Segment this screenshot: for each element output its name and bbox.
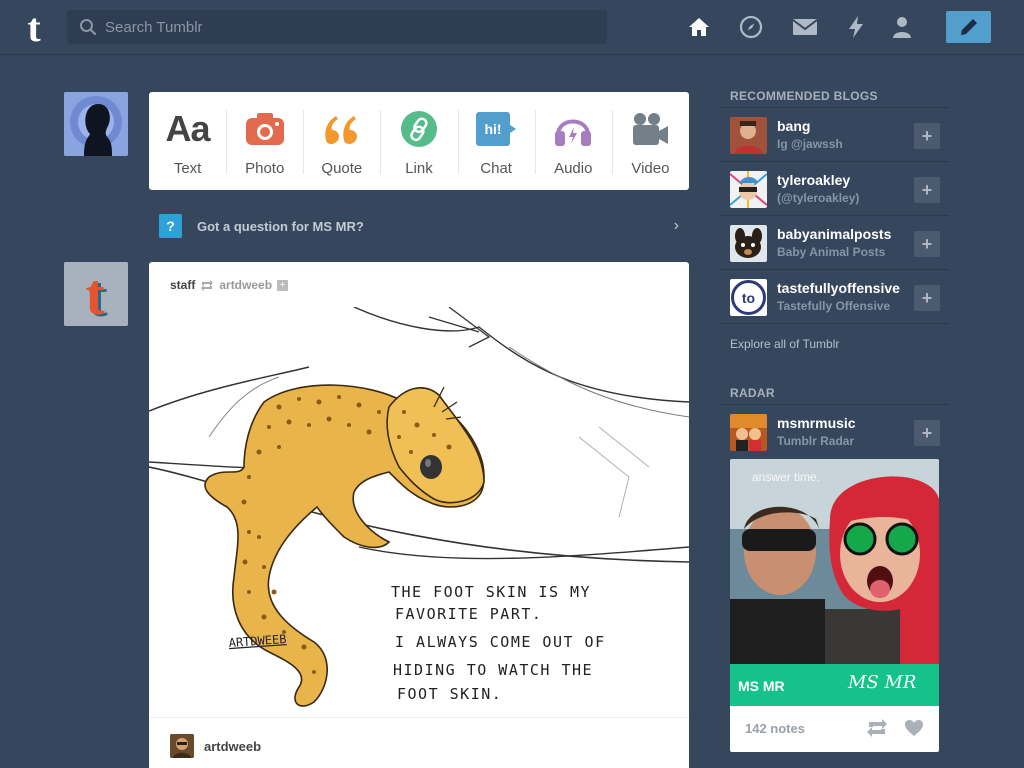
recommended-blog[interactable]: to tastefullyoffensive Tastefully Offens…: [720, 270, 949, 324]
radar-band: MS MR MS MR: [730, 664, 939, 706]
blog-name: msmrmusic: [777, 415, 856, 431]
search-icon: [80, 19, 97, 36]
radar-title: RADAR: [720, 379, 949, 405]
chat-icon: hi!: [475, 109, 517, 149]
post-type-photo[interactable]: Photo: [226, 92, 303, 190]
like-heart-icon[interactable]: [904, 719, 924, 737]
activity-lightning-icon[interactable]: [843, 14, 869, 40]
art-text-line: FOOT SKIN.: [397, 685, 502, 703]
svg-text:t: t: [85, 262, 105, 326]
blog-avatar: [730, 117, 767, 154]
question-icon: ?: [159, 214, 182, 238]
art-text-line: THE FOOT SKIN IS MY: [391, 583, 591, 601]
explore-compass-icon[interactable]: [738, 14, 764, 40]
camera-icon: [245, 109, 285, 149]
post-type-video[interactable]: Video: [611, 92, 689, 190]
quote-icon: [322, 109, 362, 149]
blog-avatar: [730, 414, 767, 451]
notes-count[interactable]: 142 notes: [745, 721, 805, 736]
post-type-quote[interactable]: Quote: [303, 92, 380, 190]
blog-subtitle: Tastefully Offensive: [777, 299, 891, 313]
recommended-blogs-title: RECOMMENDED BLOGS: [720, 82, 949, 108]
post-footer: artdweeb: [149, 717, 689, 768]
blog-subtitle: (@tyleroakley): [777, 191, 860, 205]
blog-name: bang: [777, 118, 811, 134]
radar-overlay-text: answer time.: [752, 470, 820, 484]
reblog-icon[interactable]: [866, 719, 888, 737]
follow-button[interactable]: +: [914, 231, 940, 257]
post-type-text[interactable]: Aa Text: [149, 92, 226, 190]
reblogged-from-link[interactable]: artdweeb: [219, 278, 272, 292]
video-camera-icon: [630, 109, 670, 149]
post-author-avatar[interactable]: t t: [64, 262, 128, 326]
user-avatar[interactable]: [64, 92, 128, 156]
post-author-link[interactable]: staff: [170, 278, 195, 292]
dashboard-post: staff artdweeb + THE FOOT SKIN IS MY FAV…: [149, 262, 689, 768]
recommended-blog[interactable]: tyleroakley (@tyleroakley) +: [720, 162, 949, 216]
blog-avatar: [730, 171, 767, 208]
radar-photo: answer time.: [730, 459, 939, 664]
post-type-label: Quote: [321, 160, 363, 177]
source-avatar[interactable]: [170, 734, 194, 758]
follow-plus-button[interactable]: +: [277, 279, 289, 291]
link-icon: [400, 109, 438, 149]
art-text-line: I ALWAYS COME OUT OF: [395, 633, 606, 651]
post-type-link[interactable]: Link: [380, 92, 457, 190]
home-icon[interactable]: [686, 14, 712, 40]
blog-subtitle: Ig @jawssh: [777, 137, 843, 151]
explore-link[interactable]: Explore all of Tumblr: [720, 324, 949, 364]
art-text-line: HIDING TO WATCH THE: [393, 661, 593, 679]
pencil-icon: [960, 19, 977, 35]
post-header: staff artdweeb +: [170, 278, 289, 292]
post-type-label: Chat: [480, 160, 512, 177]
svg-text:to: to: [742, 290, 755, 306]
radar-post-card[interactable]: answer time. MS MR MS MR 142 notes: [730, 459, 939, 752]
blog-name: tastefullyoffensive: [777, 280, 900, 296]
svg-text:t: t: [27, 8, 41, 48]
radar-blog[interactable]: msmrmusic Tumblr Radar +: [720, 405, 949, 459]
blog-avatar: to: [730, 279, 767, 316]
search-input[interactable]: [105, 10, 585, 44]
headphones-icon: [553, 109, 593, 149]
blog-name: babyanimalposts: [777, 226, 892, 242]
blog-avatar: [730, 225, 767, 262]
top-header: t: [0, 0, 1024, 55]
account-person-icon[interactable]: [889, 14, 915, 40]
blog-subtitle: Baby Animal Posts: [777, 245, 886, 259]
question-text: Got a question for MS MR?: [197, 219, 364, 234]
post-type-label: Link: [405, 160, 433, 177]
search-bar[interactable]: [67, 10, 607, 44]
art-text-line: FAVORITE PART.: [395, 605, 542, 623]
blog-name: tyleroakley: [777, 172, 851, 188]
post-type-bar: Aa Text Photo Quote Link hi! Chat Audio: [149, 92, 689, 190]
recommended-blog[interactable]: babyanimalposts Baby Animal Posts +: [720, 216, 949, 270]
compose-button[interactable]: [946, 11, 991, 43]
follow-button[interactable]: +: [914, 285, 940, 311]
post-type-audio[interactable]: Audio: [534, 92, 612, 190]
inbox-mail-icon[interactable]: [792, 14, 818, 40]
post-type-label: Video: [631, 160, 670, 177]
source-blog-name[interactable]: artdweeb: [204, 739, 261, 754]
chevron-right-icon: ›: [673, 217, 679, 234]
gecko-illustration: THE FOOT SKIN IS MY FAVORITE PART. I ALW…: [149, 307, 689, 717]
post-type-label: Text: [173, 160, 202, 177]
post-type-label: Photo: [245, 160, 285, 177]
post-type-chat[interactable]: hi! Chat: [457, 92, 535, 190]
follow-button[interactable]: +: [914, 420, 940, 446]
tumblr-logo-icon[interactable]: t: [18, 8, 50, 48]
post-type-label: Audio: [554, 160, 593, 177]
radar-band-signature: MS MR: [848, 672, 917, 693]
blog-subtitle: Tumblr Radar: [777, 434, 855, 448]
right-sidebar: RECOMMENDED BLOGS bang Ig @jawssh + tyle…: [720, 82, 949, 752]
follow-button[interactable]: +: [914, 123, 940, 149]
radar-band-title: MS MR: [738, 678, 785, 694]
follow-button[interactable]: +: [914, 177, 940, 203]
svg-text:hi!: hi!: [485, 121, 502, 137]
ask-question-row[interactable]: ? Got a question for MS MR? ›: [149, 208, 689, 244]
text-post-icon: Aa: [165, 108, 211, 149]
recommended-blog[interactable]: bang Ig @jawssh +: [720, 108, 949, 162]
reblog-icon: [201, 279, 214, 291]
